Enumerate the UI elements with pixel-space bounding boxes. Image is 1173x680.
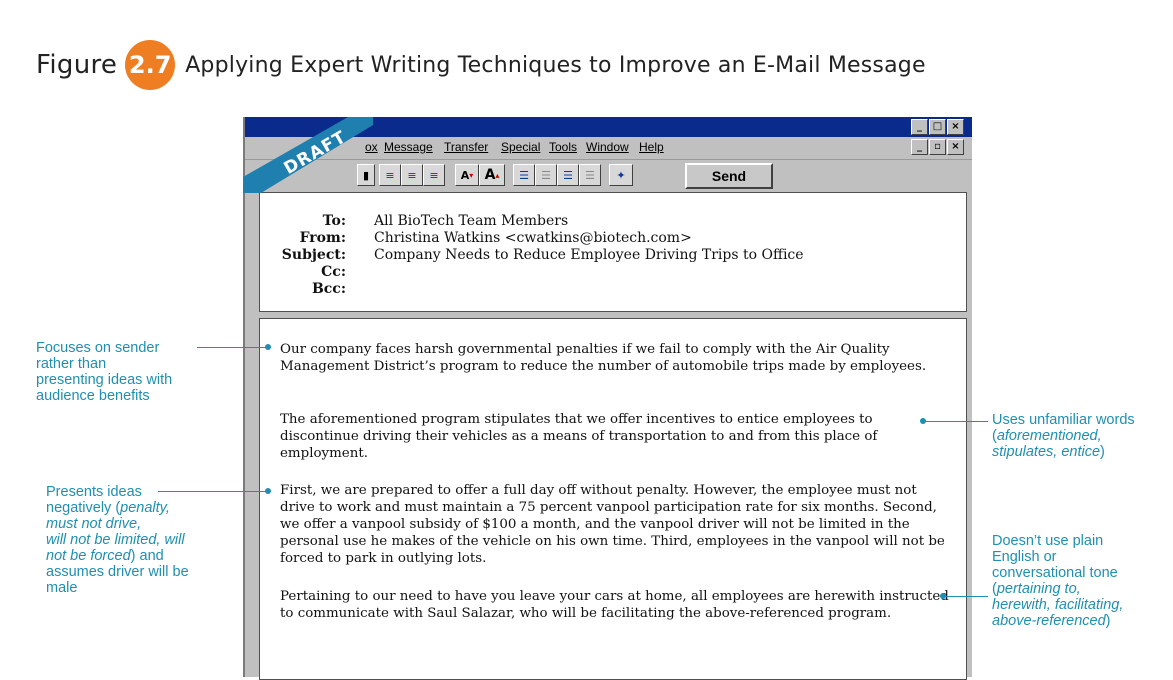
email-window: _ □ × ox Message Transfer Special Tools … xyxy=(243,117,972,680)
leader-dot xyxy=(265,488,271,494)
indent-icon[interactable]: ☰ xyxy=(557,164,579,186)
from-field[interactable]: Christina Watkins <cwatkins@biotech.com> xyxy=(374,230,692,246)
annotation-unfamiliar-words: Uses unfamiliar words (aforementioned, s… xyxy=(992,412,1135,460)
bcc-row: Bcc: xyxy=(260,281,960,299)
menu-item-special[interactable]: Special xyxy=(501,140,540,154)
leader-dot xyxy=(265,344,271,350)
align-right-icon[interactable]: ≡ xyxy=(423,164,445,186)
annotation-text: must not drive, xyxy=(46,516,142,532)
figure-number-badge: 2.7 xyxy=(125,40,176,90)
doc-minimize-icon[interactable]: _ xyxy=(911,139,928,155)
format-icon[interactable]: ✦ xyxy=(609,164,633,186)
from-label: From: xyxy=(299,230,346,246)
font-smaller-icon[interactable]: A ▾ xyxy=(455,164,479,186)
message-header: To: All BioTech Team Members From: Chris… xyxy=(259,192,967,312)
leader-line xyxy=(158,491,267,492)
minimize-icon[interactable]: _ xyxy=(911,119,928,135)
leader-line xyxy=(924,421,988,422)
doc-close-icon[interactable]: × xyxy=(947,139,964,155)
annotation-text: Doesn’t use plain xyxy=(992,533,1104,549)
leader-line xyxy=(197,347,267,348)
maximize-icon[interactable]: □ xyxy=(929,119,946,135)
figure-caption: Applying Expert Writing Techniques to Im… xyxy=(185,52,926,78)
annotation-text: conversational tone xyxy=(992,565,1118,581)
draft-ribbon: DRAFT xyxy=(243,117,373,193)
annotation-text: herewith, facilitating, xyxy=(992,597,1124,613)
annotation-text: Uses unfamiliar words xyxy=(992,412,1135,428)
to-label: To: xyxy=(322,213,346,229)
body-paragraph-1: Our company faces harsh governmental pen… xyxy=(280,342,927,374)
align-center-icon[interactable]: ≡ xyxy=(401,164,423,186)
annotation-text: (pertaining to, xyxy=(992,581,1081,597)
subject-label: Subject: xyxy=(281,247,346,263)
annotation-text: Focuses on sender xyxy=(36,340,160,356)
annotation-text: (aforementioned, xyxy=(992,428,1102,444)
outdent-icon[interactable]: ☰ xyxy=(579,164,601,186)
annotation-sender-focus: Focuses on sender rather than presenting… xyxy=(36,340,172,404)
leader-line xyxy=(944,596,988,597)
menu-item-tools[interactable]: Tools xyxy=(549,140,577,154)
annotation-text: negatively (penalty, xyxy=(46,500,170,516)
send-button[interactable]: Send xyxy=(685,163,773,189)
menu-item-window[interactable]: Window xyxy=(586,140,629,154)
figure-title: Figure 2.7 Applying Expert Writing Techn… xyxy=(36,38,926,92)
annotation-negative-ideas: Presents ideas negatively (penalty, must… xyxy=(46,484,189,596)
subject-row: Subject: Company Needs to Reduce Employe… xyxy=(260,247,960,265)
figure-word: Figure xyxy=(36,50,118,80)
annotation-plain-english: Doesn’t use plain English or conversatio… xyxy=(992,533,1123,629)
to-row: To: All BioTech Team Members xyxy=(260,213,960,231)
annotation-text: above-referenced) xyxy=(992,613,1111,629)
cc-row: Cc: xyxy=(260,264,960,282)
doc-restore-icon[interactable]: ▫ xyxy=(929,139,946,155)
bcc-label: Bcc: xyxy=(311,281,346,297)
to-field[interactable]: All BioTech Team Members xyxy=(374,213,568,229)
body-paragraph-3: First, we are prepared to offer a full d… xyxy=(280,483,945,566)
annotation-text: Presents ideas xyxy=(46,484,142,500)
bullet-list-icon[interactable]: ☰ xyxy=(513,164,535,186)
subject-field[interactable]: Company Needs to Reduce Employee Driving… xyxy=(374,247,804,263)
annotation-text: presenting ideas with xyxy=(36,372,173,388)
document-controls: _ ▫ × xyxy=(911,139,964,155)
font-larger-icon[interactable]: A ▴ xyxy=(479,164,505,186)
annotation-text: will not be limited, will xyxy=(46,532,185,548)
cc-label: Cc: xyxy=(321,264,346,280)
annotation-text: audience benefits xyxy=(36,388,150,404)
menu-item-transfer[interactable]: Transfer xyxy=(444,140,488,154)
annotation-text: assumes driver will be xyxy=(46,564,189,580)
from-row: From: Christina Watkins <cwatkins@biotec… xyxy=(260,230,960,248)
menu-item-message[interactable]: Message xyxy=(384,140,433,154)
numbered-list-icon[interactable]: ☰ xyxy=(535,164,557,186)
message-body[interactable]: Our company faces harsh governmental pen… xyxy=(259,318,967,680)
annotation-text: English or xyxy=(992,549,1057,565)
close-icon[interactable]: × xyxy=(947,119,964,135)
menu-item-help[interactable]: Help xyxy=(639,140,664,154)
annotation-text: male xyxy=(46,580,78,596)
annotation-text: stipulates, entice) xyxy=(992,444,1105,460)
annotation-text: not be forced) and xyxy=(46,548,164,564)
window-controls: _ □ × xyxy=(911,119,964,135)
body-paragraph-2: The aforementioned program stipulates th… xyxy=(280,412,878,461)
align-left-icon[interactable]: ≡ xyxy=(379,164,401,186)
body-paragraph-4: Pertaining to our need to have you leave… xyxy=(280,589,949,621)
annotation-text: rather than xyxy=(36,356,107,372)
